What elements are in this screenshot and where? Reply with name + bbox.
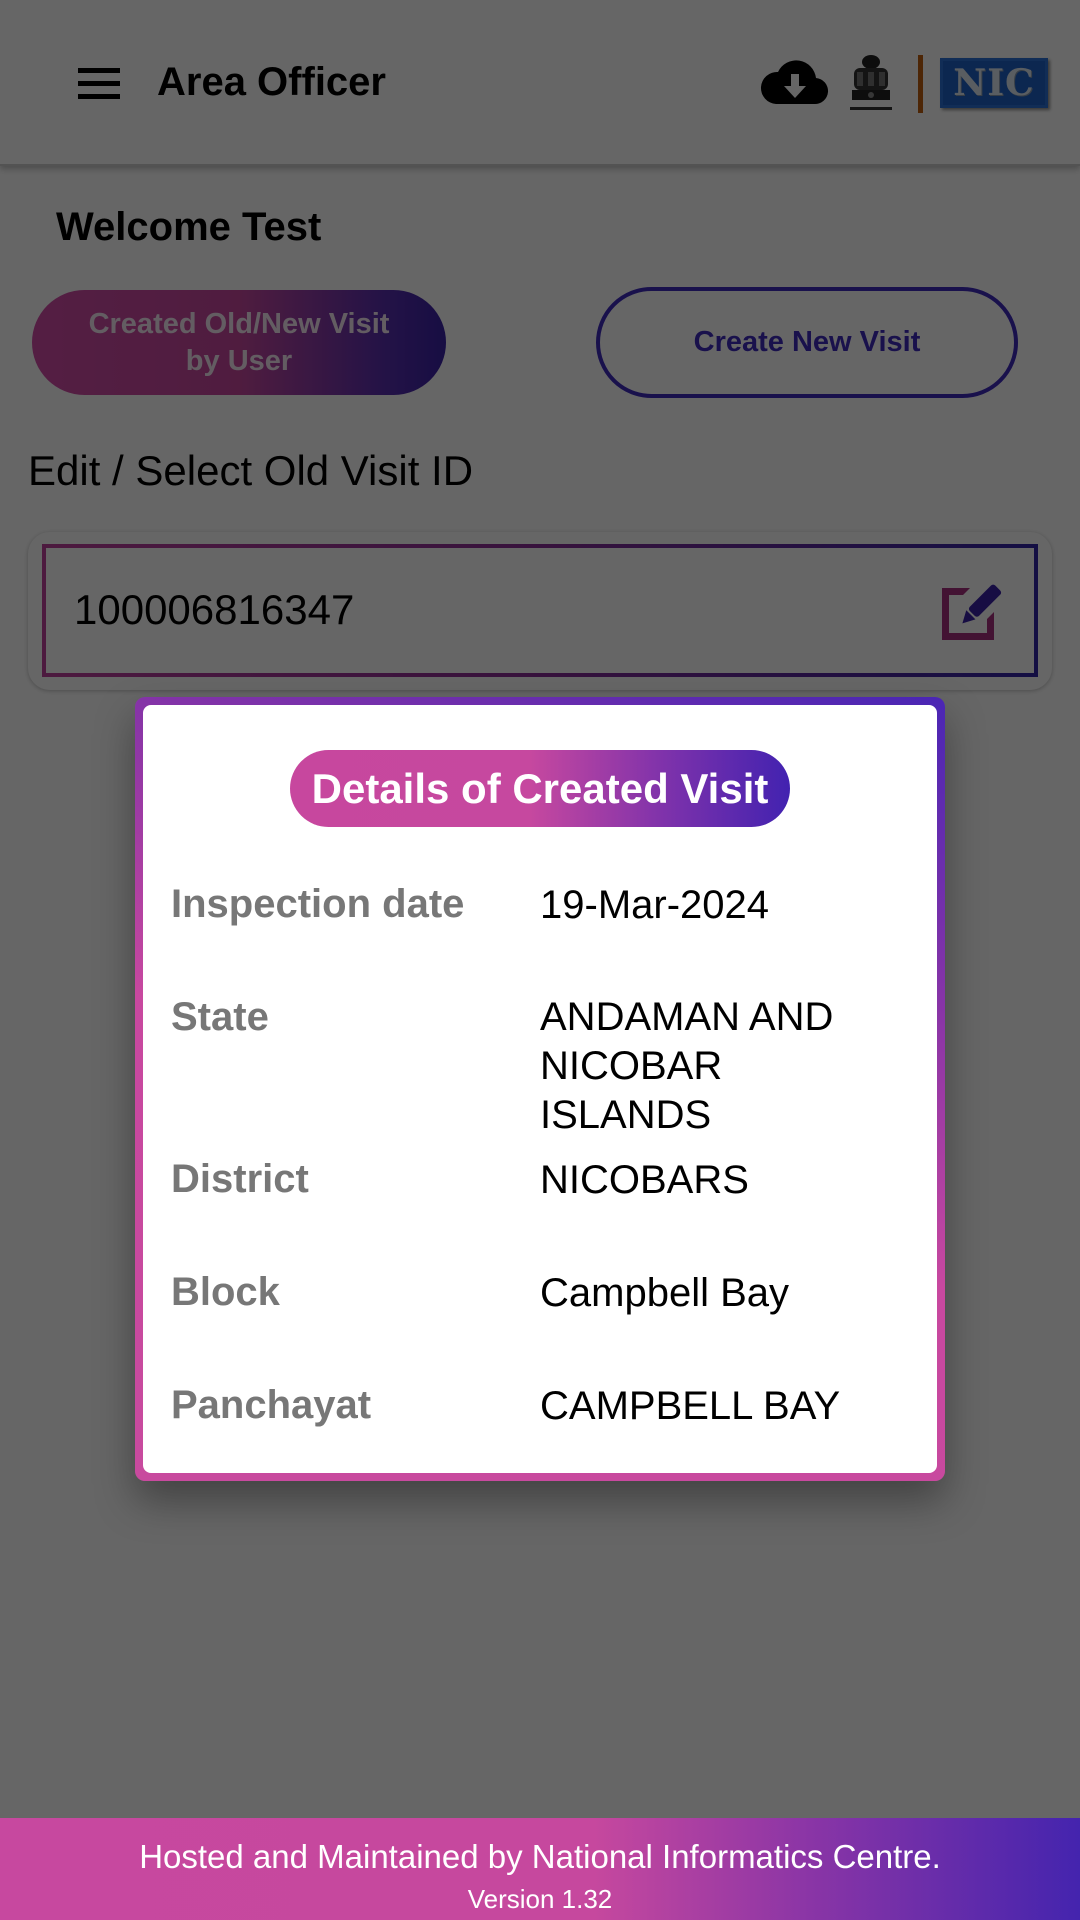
block-label: Block [171,1270,280,1314]
state-value: ANDAMAN AND NICOBAR ISLANDS [540,995,834,1137]
footer-hosted-text: Hosted and Maintained by National Inform… [139,1838,941,1875]
district-label: District [171,1157,309,1201]
dialog-body: Details of Created Visit Inspection date… [143,705,937,1473]
block-value: Campbell Bay [540,1271,790,1315]
inspection-date-label: Inspection date [171,882,465,926]
panchayat-label: Panchayat [171,1383,372,1427]
panchayat-value: CAMPBELL BAY [540,1384,841,1428]
inspection-date-value: 19-Mar-2024 [540,883,770,927]
footer: Hosted and Maintained by National Inform… [0,1818,1080,1920]
dialog-title: Details of Created Visit [290,750,790,827]
state-label: State [171,995,269,1039]
footer-version-text: Version 1.32 [467,1884,613,1914]
visit-details-dialog: Details of Created Visit Inspection date… [135,697,945,1481]
app-screen: Area Officer NIC Welcome Test Created Ol… [0,0,1080,1920]
district-value: NICOBARS [540,1158,749,1202]
